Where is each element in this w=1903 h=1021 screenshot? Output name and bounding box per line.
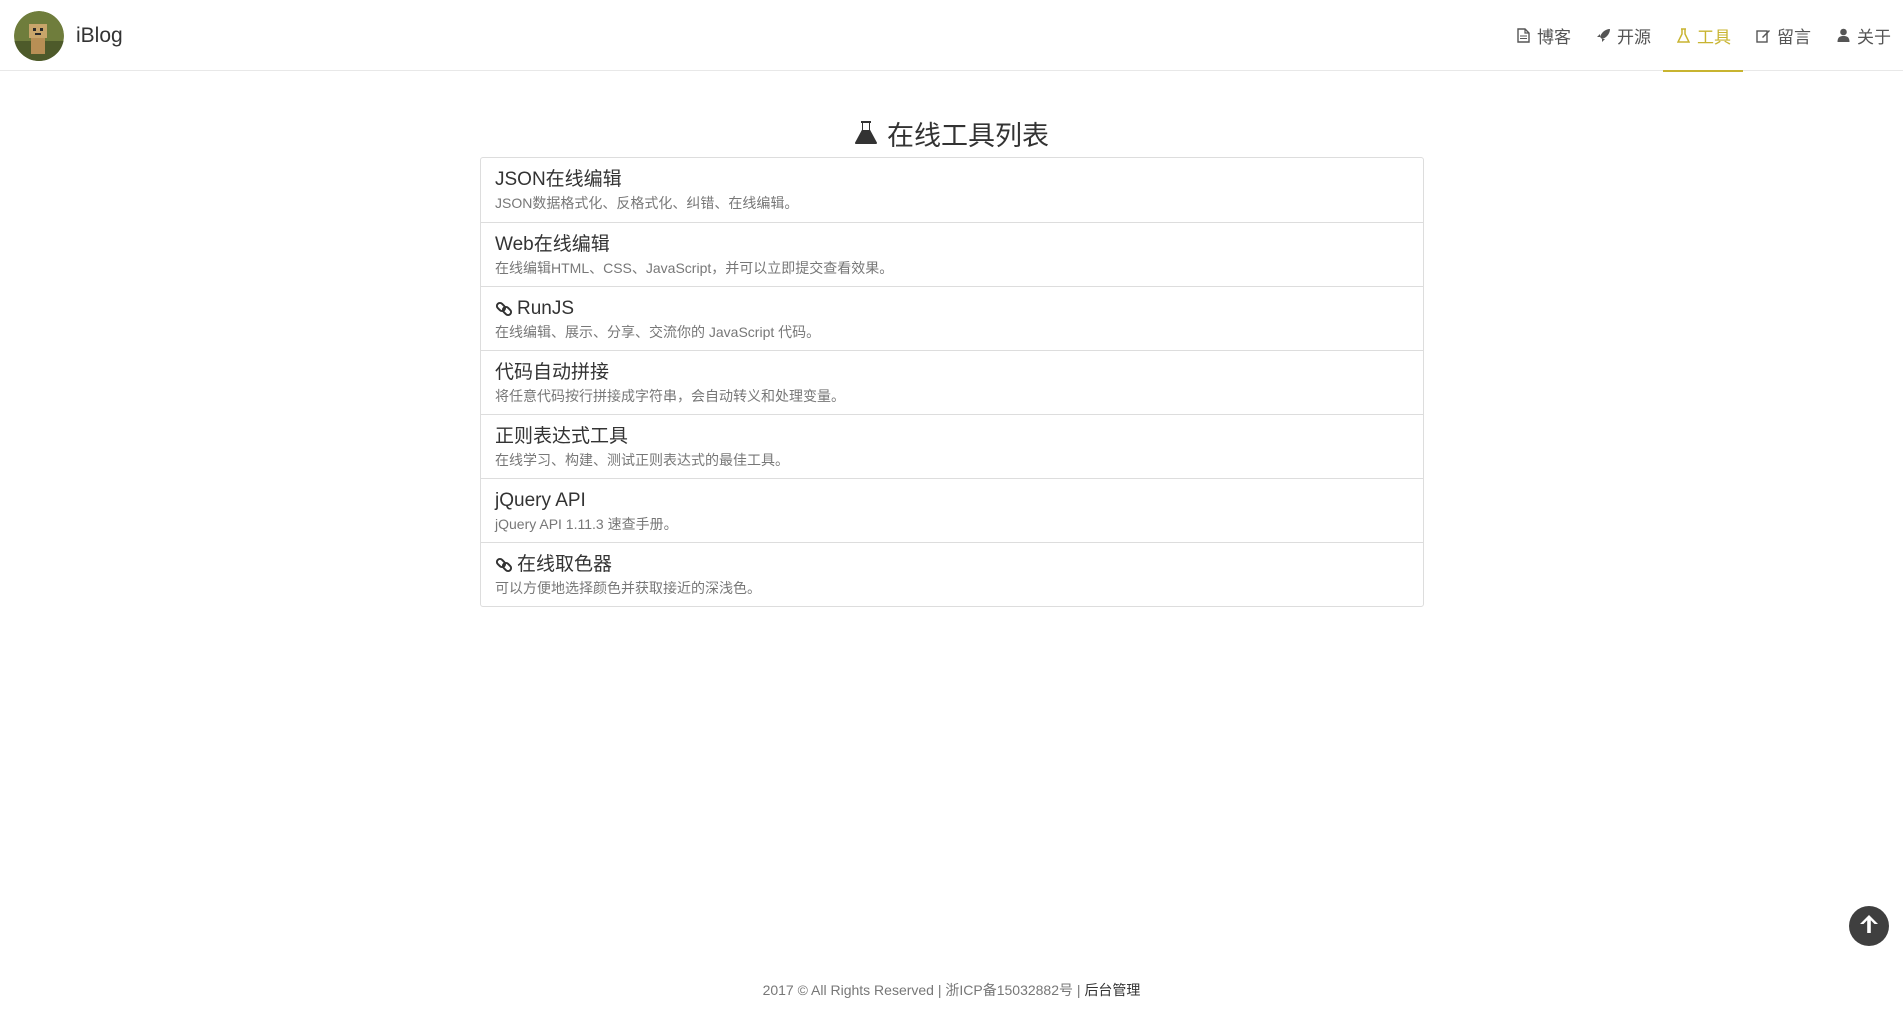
page-title-text: 在线工具列表 [887,121,1049,151]
brand-link[interactable]: iBlog [14,11,123,61]
flask-icon [1675,28,1691,44]
tool-item-jquery-api[interactable]: jQuery API jQuery API 1.11.3 速查手册。 [481,478,1423,542]
link-icon [495,556,513,574]
tool-title-text: jQuery API [495,490,586,511]
tool-item-web-editor[interactable]: Web在线编辑 在线编辑HTML、CSS、JavaScript，并可以立即提交查… [481,222,1423,286]
tool-list: JSON在线编辑 JSON数据格式化、反格式化、纠错、在线编辑。 Web在线编辑… [480,157,1424,607]
tool-desc: 将任意代码按行拼接成字符串，会自动转义和处理变量。 [495,388,845,404]
tool-desc: 可以方便地选择颜色并获取接近的深浅色。 [495,580,761,596]
tool-title-text: JSON在线编辑 [495,169,622,190]
tool-item-runjs[interactable]: RunJS 在线编辑、展示、分享、交流你的 JavaScript 代码。 [481,286,1423,350]
tool-item-color-picker[interactable]: 在线取色器 可以方便地选择颜色并获取接近的深浅色。 [481,542,1423,606]
tool-title-text: RunJS [517,298,575,319]
edit-icon [1755,28,1771,44]
nav-item-opensource[interactable]: 开源 [1583,0,1663,71]
arrow-up-icon [1857,912,1881,941]
tool-item-json-editor[interactable]: JSON在线编辑 JSON数据格式化、反格式化、纠错、在线编辑。 [481,158,1423,222]
avatar [14,11,64,61]
tool-desc: 在线编辑HTML、CSS、JavaScript，并可以立即提交查看效果。 [495,260,894,276]
nav-item-label: 开源 [1617,28,1651,47]
tool-title: RunJS [495,297,1409,321]
footer-text: 2017 © All Rights Reserved | 浙ICP备150328… [762,982,1085,998]
back-to-top-button[interactable] [1849,906,1889,946]
tool-title-text: 代码自动拼接 [495,362,610,383]
tool-item-regex[interactable]: 正则表达式工具 在线学习、构建、测试正则表达式的最佳工具。 [481,414,1423,478]
document-icon [1515,28,1531,44]
tool-item-code-concat[interactable]: 代码自动拼接 将任意代码按行拼接成字符串，会自动转义和处理变量。 [481,350,1423,414]
tool-title: 在线取色器 [495,553,1409,577]
link-icon [495,300,513,318]
tool-title-text: 在线取色器 [517,554,613,575]
tool-title: 代码自动拼接 [495,361,1409,385]
rocket-icon [1595,28,1611,44]
tool-desc: 在线编辑、展示、分享、交流你的 JavaScript 代码。 [495,324,821,340]
nav-item-blog[interactable]: 博客 [1503,0,1583,71]
tool-desc: 在线学习、构建、测试正则表达式的最佳工具。 [495,452,789,468]
tool-title: JSON在线编辑 [495,168,1409,192]
admin-link[interactable]: 后台管理 [1084,982,1140,998]
main-nav: 博客 开源 工具 留言 关于 [1503,0,1903,72]
nav-item-label: 留言 [1777,28,1811,47]
tool-title: 正则表达式工具 [495,425,1409,449]
tool-title-text: 正则表达式工具 [495,426,629,447]
top-navbar: iBlog 博客 开源 工具 留言 关于 [0,0,1903,72]
nav-item-guestbook[interactable]: 留言 [1743,0,1823,71]
brand-name: iBlog [76,24,123,47]
nav-item-label: 博客 [1537,28,1571,47]
nav-item-about[interactable]: 关于 [1823,0,1903,71]
nav-item-label: 关于 [1857,28,1891,47]
user-icon [1835,28,1851,44]
flask-icon [855,120,879,147]
tool-title: Web在线编辑 [495,233,1409,257]
tool-desc: jQuery API 1.11.3 速查手册。 [495,516,678,532]
tool-title-text: Web在线编辑 [495,234,610,255]
tool-desc: JSON数据格式化、反格式化、纠错、在线编辑。 [495,195,799,211]
nav-item-label: 工具 [1697,28,1731,47]
page-title: 在线工具列表 [480,114,1424,153]
nav-item-tools[interactable]: 工具 [1663,0,1743,72]
tool-title: jQuery API [495,489,1409,513]
footer: 2017 © All Rights Reserved | 浙ICP备150328… [0,980,1903,1000]
